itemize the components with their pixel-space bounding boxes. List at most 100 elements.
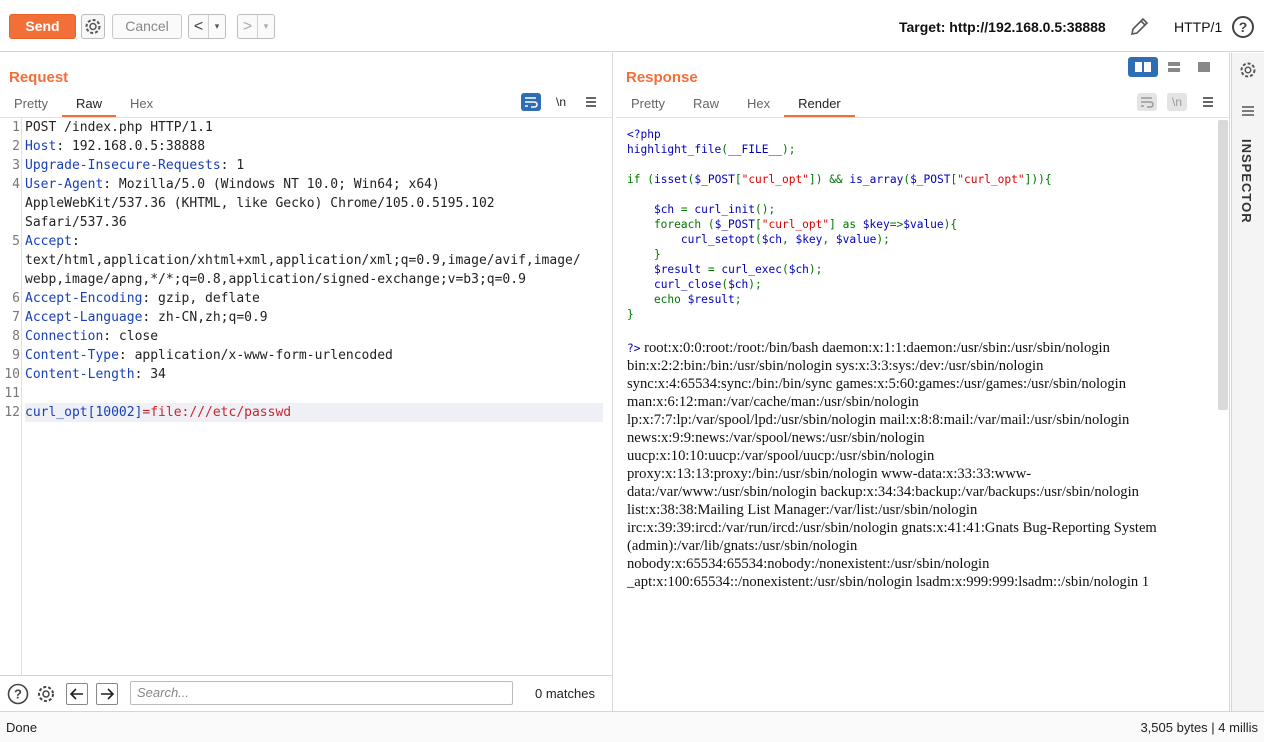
header-value: : (71, 234, 80, 249)
newline-toggle[interactable]: \n (551, 93, 571, 111)
status-text: Done (6, 720, 38, 735)
line-number: 10 (4, 367, 20, 382)
help-icon[interactable]: ? (1232, 16, 1254, 38)
forward-button[interactable]: > (238, 15, 258, 38)
history-forward-group: > ▾ (237, 14, 275, 39)
output-line: (admin):/var/lib/gnats:/usr/sbin/nologin (627, 538, 858, 554)
request-settings-button[interactable] (81, 14, 105, 39)
single-view-icon (1198, 62, 1210, 72)
header-value: : application/x-www-form-urlencoded (118, 348, 393, 363)
output-line: irc:x:39:39:ircd:/var/run/ircd:/usr/sbin… (627, 520, 1157, 536)
wrap-icon (1141, 97, 1154, 108)
inspector-sidebar: INSPECTOR (1231, 53, 1264, 711)
request-editor[interactable]: 1 2 3 4 5 6 7 8 9 10 11 12 POST /index.php HTTP/1.1… (0, 117, 613, 675)
tab-raw[interactable]: Raw (679, 95, 733, 117)
php-close-tag: ?> (627, 342, 641, 355)
line-number: 9 (12, 348, 20, 363)
request-menu-button[interactable] (581, 93, 601, 111)
header-name: User-Agent (25, 177, 104, 192)
back-button[interactable]: < (189, 15, 209, 38)
output-line: nobody:x:65534:65534:nobody:/nonexistent… (627, 556, 990, 572)
header-name: Content-Length (25, 367, 135, 382)
search-help-button[interactable]: ? (7, 683, 29, 705)
tab-pretty[interactable]: Pretty (0, 95, 62, 117)
request-line: Accept-Language: zh-CN,zh;q=0.9 (25, 308, 268, 327)
gear-icon[interactable] (1238, 60, 1258, 80)
request-line: webp,image/apng,*/*;q=0.8,application/si… (25, 270, 526, 289)
search-match-count: 0 matches (535, 686, 595, 701)
line-number: 7 (12, 310, 20, 325)
php-line: echo $result; (627, 293, 742, 306)
request-line: AppleWebKit/537.36 (KHTML, like Gecko) C… (25, 194, 495, 213)
request-line: Upgrade-Insecure-Requests: 1 (25, 156, 244, 175)
header-value: webp,image/apng,*/*;q=0.8,application/si… (25, 272, 526, 287)
header-value: : Mozilla/5.0 (Windows NT 10.0; Win64; x… (103, 177, 440, 192)
search-next-button[interactable] (96, 683, 118, 705)
php-line: $result = curl_exec($ch); (653, 263, 823, 276)
line-number: 3 (12, 158, 20, 173)
arrow-left-icon (69, 688, 83, 700)
output-line: man:x:6:12:man:/var/cache/man:/usr/sbin/… (627, 394, 919, 410)
header-value: : close (103, 329, 159, 344)
php-line: if (isset($_POST["curl_opt"]) && is_arra… (627, 173, 1052, 186)
menu-icon (1203, 97, 1213, 107)
view-side-by-side-button[interactable] (1128, 57, 1158, 77)
wrap-lines-toggle[interactable] (1137, 93, 1157, 111)
output-line: _apt:x:100:65534::/nonexistent:/usr/sbin… (627, 574, 1150, 590)
line-number: 4 (12, 177, 20, 192)
send-button[interactable]: Send (9, 14, 76, 39)
view-single-button[interactable] (1189, 57, 1219, 77)
header-value: : gzip, deflate (142, 291, 260, 306)
response-menu-button[interactable] (1198, 93, 1218, 111)
tab-render[interactable]: Render (784, 95, 855, 117)
output-line: ?> root:x:0:0:root:/root:/bin/bash daemo… (627, 340, 1110, 356)
header-value: AppleWebKit/537.36 (KHTML, like Gecko) C… (25, 196, 495, 211)
php-line: } (627, 308, 634, 321)
search-previous-button[interactable] (66, 683, 88, 705)
history-back-group: < ▾ (188, 14, 226, 39)
php-line: } (653, 248, 661, 261)
pencil-icon (1130, 17, 1149, 36)
output-line: proxy:x:13:13:proxy:/bin:/usr/sbin/nolog… (627, 466, 1032, 482)
forward-history-dropdown[interactable]: ▾ (258, 15, 274, 38)
header-name: Host (25, 139, 57, 154)
line-number: 2 (12, 139, 20, 154)
tab-hex[interactable]: Hex (116, 95, 167, 117)
toolbar: Send Cancel < ▾ > ▾ Target: http://192.1… (0, 0, 1264, 52)
output-line: sync:x:4:65534:sync:/bin:/bin/sync games… (627, 376, 1126, 392)
view-top-bottom-button[interactable] (1159, 57, 1189, 77)
line-number: 12 (4, 405, 20, 420)
header-value: : 34 (134, 367, 166, 382)
inspector-tab[interactable]: INSPECTOR (1239, 139, 1254, 224)
request-line: Accept: (25, 232, 80, 251)
search-settings-button[interactable] (35, 683, 57, 705)
tab-pretty[interactable]: Pretty (617, 95, 679, 117)
php-line (627, 157, 1052, 172)
line-number-gutter: 1 2 3 4 5 6 7 8 9 10 11 12 (0, 118, 22, 675)
tab-raw[interactable]: Raw (61, 95, 116, 117)
request-title: Request (9, 69, 69, 86)
php-line: <?php (627, 128, 661, 141)
header-value: Safari/537.36 (25, 215, 127, 230)
header-value: =file:///etc/passwd (142, 405, 292, 420)
http-version-selector[interactable]: HTTP/1 (1174, 19, 1222, 35)
help-icon: ? (7, 683, 29, 705)
search-input[interactable]: Search... (130, 681, 513, 705)
cancel-button[interactable]: Cancel (112, 14, 182, 39)
response-scrollbar[interactable] (1218, 120, 1228, 410)
response-tabs: Pretty Raw Hex Render (617, 95, 855, 117)
header-value: text/html,application/xhtml+xml,applicat… (25, 253, 581, 268)
search-bar: ? Search... 0 matches (0, 675, 613, 711)
back-history-dropdown[interactable]: ▾ (209, 15, 225, 38)
line-number: 8 (12, 329, 20, 344)
menu-icon[interactable] (1239, 103, 1257, 119)
line-number: 5 (12, 234, 20, 249)
wrap-lines-toggle[interactable] (521, 93, 541, 111)
request-line: Content-Length: 34 (25, 365, 166, 384)
output-line: data:/var/www:/usr/sbin/nologin backup:x… (627, 484, 1139, 500)
newline-toggle[interactable]: \n (1167, 93, 1187, 111)
header-name: Accept-Encoding (25, 291, 143, 306)
header-name: Content-Type (25, 348, 119, 363)
edit-target-button[interactable] (1128, 16, 1150, 38)
tab-hex[interactable]: Hex (733, 95, 784, 117)
